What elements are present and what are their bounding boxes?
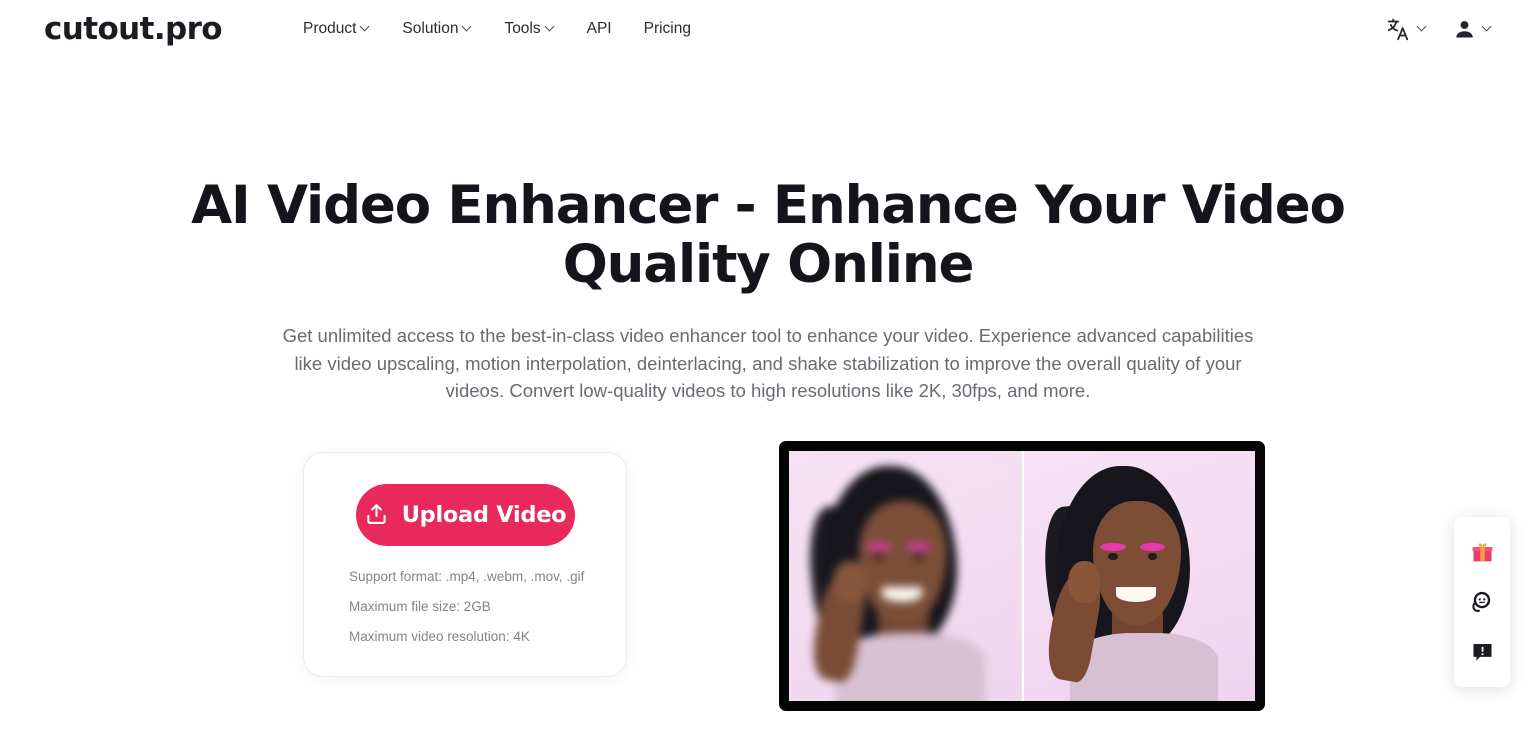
video-comparison xyxy=(789,450,1255,701)
nav-item-tools[interactable]: Tools xyxy=(504,19,554,39)
language-selector[interactable] xyxy=(1386,17,1427,42)
hero-section: AI Video Enhancer - Enhance Your Video Q… xyxy=(0,58,1536,405)
chevron-down-icon xyxy=(1483,23,1492,32)
language-translate-icon xyxy=(1386,17,1411,42)
nav-item-pricing[interactable]: Pricing xyxy=(644,19,691,39)
nav-label: Tools xyxy=(504,20,541,37)
chevron-down-icon xyxy=(546,23,555,32)
upload-button-label: Upload Video xyxy=(401,501,567,528)
upload-icon xyxy=(364,502,389,527)
video-after-half xyxy=(1022,450,1255,701)
nav-label: Solution xyxy=(402,20,459,37)
max-resolution-line: Maximum video resolution: 4K xyxy=(349,628,530,644)
gift-icon xyxy=(1471,541,1494,564)
page-title: AI Video Enhancer - Enhance Your Video Q… xyxy=(191,175,1346,295)
hero-subtitle: Get unlimited access to the best-in-clas… xyxy=(282,325,1254,401)
nav-label: Pricing xyxy=(643,20,691,37)
portrait-illustration xyxy=(1024,450,1255,701)
nav-item-product[interactable]: Product xyxy=(303,19,370,39)
chevron-down-icon xyxy=(361,23,370,32)
video-preview-frame[interactable] xyxy=(779,440,1265,711)
upload-support-info: Support format: .mp4, .webm, .mov, .gif … xyxy=(304,569,626,645)
site-header: cutout.pro Product Solution Tools API Pr… xyxy=(0,0,1536,58)
nav-label: Product xyxy=(303,20,357,37)
floating-action-widget xyxy=(1454,517,1510,687)
user-account-menu[interactable] xyxy=(1453,18,1492,41)
upload-card: Upload Video Support format: .mp4, .webm… xyxy=(303,451,627,677)
upload-video-button[interactable]: Upload Video xyxy=(355,483,575,546)
feedback-bubble-icon xyxy=(1471,641,1494,664)
gift-promo-button[interactable] xyxy=(1465,535,1499,569)
chevron-down-icon xyxy=(1418,23,1427,32)
nav-item-solution[interactable]: Solution xyxy=(402,19,472,39)
support-format-line: Support format: .mp4, .webm, .mov, .gif xyxy=(349,568,585,584)
nav-label: API xyxy=(586,20,612,37)
customer-service-face-icon xyxy=(1470,590,1494,614)
feedback-button[interactable] xyxy=(1465,635,1499,669)
chevron-down-icon xyxy=(463,23,472,32)
customer-service-button[interactable] xyxy=(1465,585,1499,619)
portrait-illustration xyxy=(789,450,1022,701)
max-file-size-line: Maximum file size: 2GB xyxy=(349,598,491,614)
brand-logo[interactable]: cutout.pro xyxy=(44,11,223,47)
main-navigation: Product Solution Tools API Pricing xyxy=(303,0,691,58)
video-before-half xyxy=(789,450,1022,701)
nav-item-api[interactable]: API xyxy=(587,19,612,39)
upload-and-preview-row: Upload Video Support format: .mp4, .webm… xyxy=(0,440,1536,712)
header-controls xyxy=(1386,0,1492,58)
user-account-icon xyxy=(1453,18,1476,41)
